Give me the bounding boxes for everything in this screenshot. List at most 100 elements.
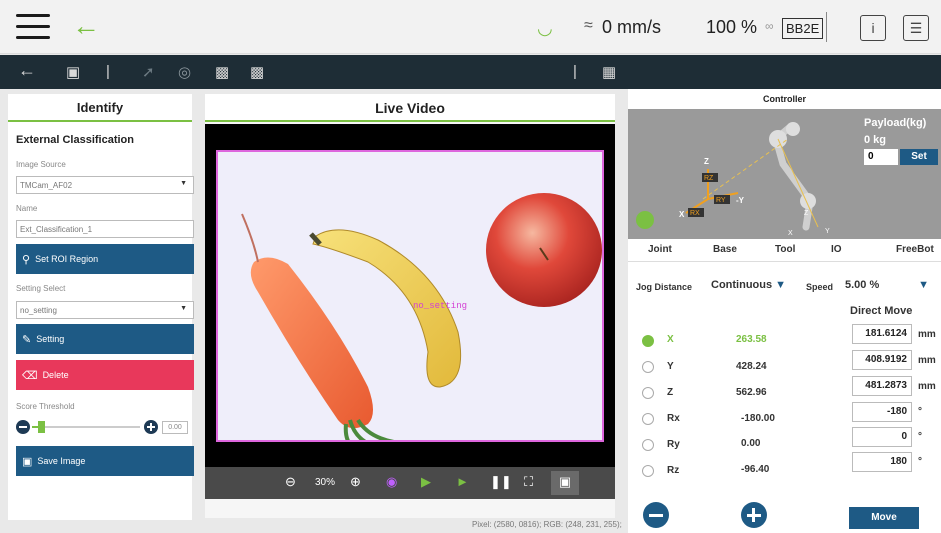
fruit-scene-image: no_setting	[218, 152, 602, 440]
image-source-select[interactable]: TMCam_AF02 ▼	[16, 176, 194, 194]
camera-icon[interactable]: ▩	[215, 63, 229, 81]
axis-rz-label: Rz	[667, 465, 680, 476]
speed-percent[interactable]: 100 %	[706, 17, 757, 38]
target-rz-input[interactable]: 180	[852, 452, 912, 472]
payload-label: Payload(kg)	[864, 117, 927, 129]
axis-label-neg-y: -Y	[736, 196, 745, 205]
plus-icon[interactable]	[144, 420, 158, 434]
separator-icon: |	[106, 63, 110, 80]
setting-select[interactable]: no_setting ▼	[16, 301, 194, 319]
fullscreen-icon[interactable]: ⛶	[524, 474, 533, 490]
flow-toolbar: ← ▣ | ➚ ◎ ▩ ▩ | ▦	[0, 55, 941, 89]
radio-rx[interactable]	[642, 413, 654, 425]
unit-rz: °	[918, 456, 922, 467]
tab-freebot[interactable]: FreeBot	[896, 244, 934, 255]
axis-z-value: 562.96	[736, 387, 767, 398]
snapshot-icon[interactable]: ▣	[551, 471, 579, 495]
jog-distance-label: Jog Distance	[636, 282, 693, 292]
payload-set-button[interactable]: Set	[900, 149, 938, 165]
score-slider-track[interactable]	[32, 426, 140, 428]
target-y-input[interactable]: 408.9192	[852, 350, 912, 370]
jog-distance-value: Continuous	[711, 279, 773, 291]
vision-icon[interactable]: ▩	[250, 63, 264, 81]
color-icon[interactable]: ◉	[386, 474, 397, 490]
caret-down-icon: ▼	[775, 279, 787, 291]
hamburger-menu-icon[interactable]	[16, 14, 50, 40]
tab-base[interactable]: Base	[713, 244, 737, 255]
payload-value: 0 kg	[864, 134, 887, 146]
zoom-level: 30%	[315, 477, 336, 488]
setting-label: Setting	[36, 334, 65, 344]
jog-minus-icon[interactable]	[643, 502, 669, 528]
zoom-out-icon[interactable]: ⊖	[285, 474, 296, 490]
axis-label-base-y: Y	[825, 228, 830, 235]
axis-rz-value: -96.40	[741, 464, 770, 475]
set-roi-button[interactable]: ⚲ Set ROI Region	[16, 244, 194, 274]
camera-frame[interactable]: no_setting	[216, 150, 604, 442]
score-value-input[interactable]: 0.00	[162, 421, 188, 434]
document-icon[interactable]: ☰	[903, 15, 929, 41]
name-label: Name	[16, 204, 38, 213]
identify-panel: Identify External Classification Image S…	[8, 94, 194, 520]
detection-label: no_setting	[413, 301, 467, 311]
unit-z: mm	[918, 381, 936, 392]
live-video-title: Live Video	[205, 94, 615, 122]
axis-ry-label: Ry	[667, 439, 680, 450]
axis-x-value: 263.58	[736, 334, 767, 345]
controller-title: Controller	[628, 89, 941, 109]
delete-button[interactable]: ⌫ Delete	[16, 360, 194, 390]
unit-ry: °	[918, 431, 922, 442]
axis-label-rx: RX	[690, 210, 700, 217]
axis-label-base-z: Z	[804, 210, 809, 217]
unit-rx: °	[918, 406, 922, 417]
back-icon[interactable]: ←	[18, 60, 36, 81]
target-rx-input[interactable]: -180	[852, 402, 912, 422]
radio-y[interactable]	[642, 361, 654, 373]
info-icon[interactable]: i	[860, 15, 886, 41]
caret-down-icon: ▼	[918, 279, 929, 291]
axis-label-z: Z	[704, 157, 709, 166]
grid-icon[interactable]: ▦	[602, 63, 616, 81]
path-icon[interactable]: ➚	[142, 63, 155, 81]
tab-joint[interactable]: Joint	[648, 244, 672, 255]
link-icon: ∞	[765, 19, 774, 33]
radio-ry[interactable]	[642, 439, 654, 451]
move-button[interactable]: Move	[849, 507, 919, 529]
minus-icon[interactable]	[16, 420, 30, 434]
speed-select[interactable]: 5.00 % ▼	[845, 279, 929, 291]
chevron-down-icon: ▼	[180, 305, 187, 312]
score-slider-handle[interactable]	[38, 421, 45, 433]
radio-rz[interactable]	[642, 465, 654, 477]
save-image-button[interactable]: ▣ Save Image	[16, 446, 194, 476]
image-source-label: Image Source	[16, 160, 66, 169]
target-ry-input[interactable]: 0	[852, 427, 912, 447]
setting-button[interactable]: ✎ Setting	[16, 324, 194, 354]
jog-distance-select[interactable]: Continuous ▼	[711, 279, 786, 291]
target-x-input[interactable]: 181.6124	[852, 324, 912, 344]
axis-rx-value: -180.00	[741, 413, 775, 424]
axis-x-label: X	[667, 334, 674, 345]
jog-plus-icon[interactable]	[741, 502, 767, 528]
payload-input[interactable]: 0	[864, 149, 898, 165]
pencil-icon: ✎	[22, 333, 32, 346]
image-source-value: TMCam_AF02	[20, 181, 73, 190]
play-icon[interactable]: ▶	[421, 474, 431, 490]
radio-x[interactable]	[642, 335, 654, 347]
step-play-icon[interactable]: ►	[456, 474, 469, 489]
save-image-label: Save Image	[37, 456, 86, 466]
radio-z[interactable]	[642, 387, 654, 399]
tab-tool[interactable]: Tool	[775, 244, 795, 255]
name-input[interactable]: Ext_Classification_1	[16, 220, 194, 238]
axis-y-value: 428.24	[736, 361, 767, 372]
top-status-bar: ← ◡ ≈ 0 mm/s 100 % ∞ BB2E i ☰	[0, 0, 941, 54]
point-icon[interactable]: ◎	[178, 63, 191, 81]
zoom-in-icon[interactable]: ⊕	[350, 474, 361, 490]
robot-id-badge: BB2E	[782, 18, 824, 39]
delete-label: Delete	[42, 370, 69, 380]
controller-tabs: Joint Base Tool IO FreeBot	[628, 239, 941, 262]
back-arrow-icon[interactable]: ←	[72, 10, 100, 42]
pause-icon[interactable]: ❚❚	[490, 474, 512, 490]
tab-io[interactable]: IO	[831, 244, 842, 255]
target-z-input[interactable]: 481.2873	[852, 376, 912, 396]
save-icon[interactable]: ▣	[66, 63, 80, 81]
